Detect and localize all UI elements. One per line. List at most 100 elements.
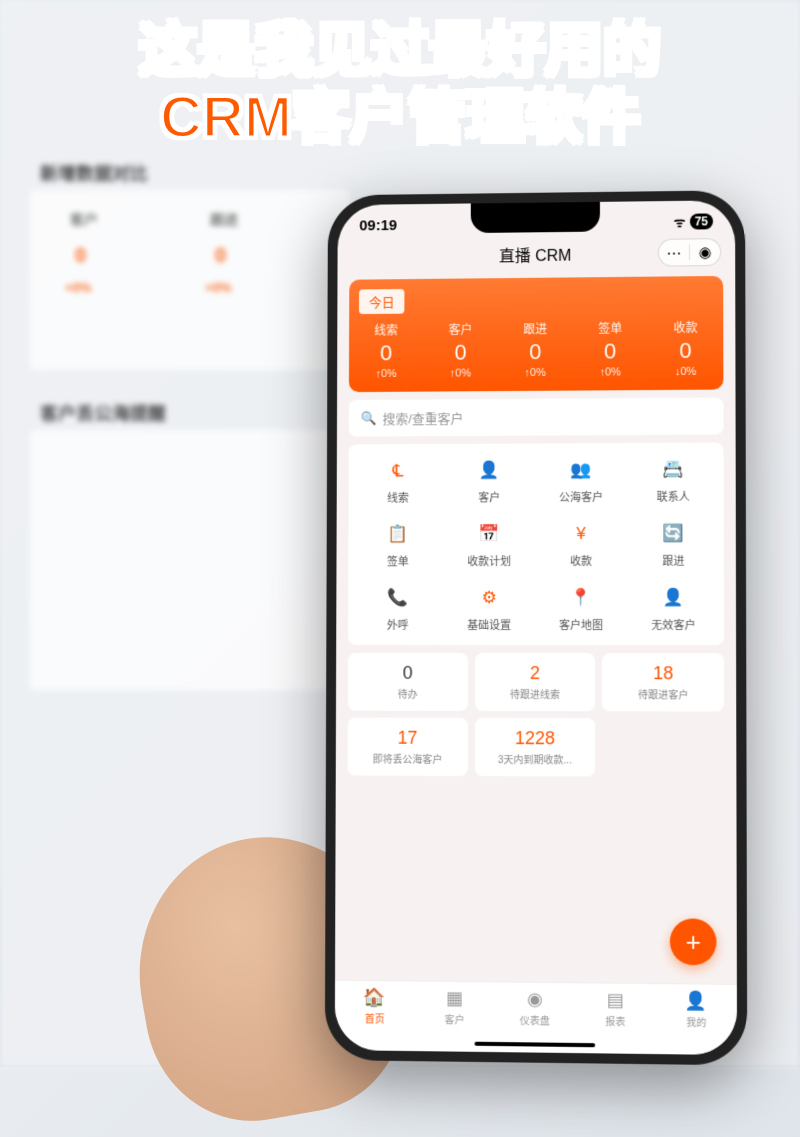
metric-change: ↑0% bbox=[498, 367, 573, 379]
grid-label: 无效客户 bbox=[627, 617, 720, 633]
stat-label: 待办 bbox=[354, 686, 462, 701]
grid-icon: 📞 bbox=[383, 583, 413, 613]
grid-item-跟进[interactable]: 🔄 跟进 bbox=[627, 519, 720, 569]
status-right: ᯤ 75 bbox=[674, 212, 713, 230]
grid-item-客户地图[interactable]: 📍 客户地图 bbox=[535, 583, 627, 633]
stat-card[interactable]: 18 待跟进客户 bbox=[602, 653, 724, 712]
stat-card[interactable]: 17 即将丢公海客户 bbox=[348, 718, 468, 776]
stat-label: 即将丢公海客户 bbox=[354, 751, 462, 766]
grid-item-联系人[interactable]: 📇 联系人 bbox=[627, 455, 720, 505]
stat-value: 1228 bbox=[481, 728, 590, 749]
close-button[interactable]: ◉ bbox=[690, 243, 720, 261]
phone-frame: 09:19 ᯤ 75 直播 CRM ⋯ ◉ 今日 线索 0 ↑0%客户 0 ↑0… bbox=[325, 190, 747, 1065]
search-icon: 🔍 bbox=[361, 410, 377, 426]
search-input[interactable]: 🔍 搜索/查重客户 bbox=[349, 398, 724, 437]
grid-icon: 📍 bbox=[566, 583, 596, 613]
metric-change: ↑0% bbox=[349, 368, 423, 380]
bg-pct2: +0% bbox=[205, 280, 231, 295]
grid-icon: 📅 bbox=[474, 519, 504, 549]
grid-label: 联系人 bbox=[627, 489, 720, 505]
stat-cards: 0 待办2 待跟进线索18 待跟进客户17 即将丢公海客户1228 3天内到期收… bbox=[348, 653, 725, 777]
phone-screen: 09:19 ᯤ 75 直播 CRM ⋯ ◉ 今日 线索 0 ↑0%客户 0 ↑0… bbox=[335, 200, 737, 1055]
bg-pct1: +0% bbox=[65, 280, 91, 295]
metric-item[interactable]: 客户 0 ↑0% bbox=[423, 321, 498, 380]
grid-label: 客户 bbox=[444, 489, 536, 505]
tab-我的[interactable]: 👤 我的 bbox=[656, 990, 737, 1055]
bg-title-2: 客户丢公海提醒 bbox=[40, 400, 166, 426]
grid-icon: 👤 bbox=[474, 456, 504, 486]
today-tag[interactable]: 今日 bbox=[359, 289, 404, 314]
tab-首页[interactable]: 🏠 首页 bbox=[335, 987, 415, 1051]
wifi-icon: ᯤ bbox=[674, 213, 686, 231]
metric-value: 0 bbox=[573, 338, 648, 364]
metric-item[interactable]: 跟进 0 ↑0% bbox=[498, 320, 573, 379]
stat-card[interactable]: 2 待跟进线索 bbox=[475, 653, 596, 711]
tab-icon: 🏠 bbox=[335, 987, 415, 1009]
miniprogram-capsule: ⋯ ◉ bbox=[658, 238, 721, 267]
tab-icon: ◉ bbox=[495, 988, 575, 1010]
metric-value: 0 bbox=[349, 340, 423, 366]
grid-label: 基础设置 bbox=[443, 617, 535, 633]
tab-label: 客户 bbox=[415, 1011, 495, 1027]
metric-label: 线索 bbox=[349, 321, 423, 338]
metric-value: 0 bbox=[648, 338, 724, 365]
grid-label: 收款计划 bbox=[443, 553, 535, 569]
grid-item-无效客户[interactable]: 👤 无效客户 bbox=[627, 583, 720, 633]
status-time: 09:19 bbox=[359, 217, 397, 234]
today-metrics-card: 今日 线索 0 ↑0%客户 0 ↑0%跟进 0 ↑0%签单 0 ↑0%收款 0 … bbox=[349, 276, 724, 392]
grid-label: 客户地图 bbox=[535, 617, 627, 633]
tab-icon: ▦ bbox=[415, 988, 495, 1010]
grid-item-收款[interactable]: ¥ 收款 bbox=[535, 519, 627, 569]
stat-card[interactable]: 0 待办 bbox=[348, 653, 468, 711]
bg-val1: 0 bbox=[75, 245, 86, 268]
grid-item-客户[interactable]: 👤 客户 bbox=[444, 455, 536, 505]
tab-icon: 👤 bbox=[656, 990, 737, 1012]
stat-label: 待跟进线索 bbox=[481, 686, 590, 701]
metric-item[interactable]: 签单 0 ↑0% bbox=[573, 319, 648, 378]
battery-level: 75 bbox=[690, 213, 713, 229]
grid-item-公海客户[interactable]: 👥 公海客户 bbox=[535, 455, 627, 505]
stat-value: 17 bbox=[354, 728, 462, 749]
more-button[interactable]: ⋯ bbox=[659, 243, 689, 261]
metric-value: 0 bbox=[423, 340, 498, 366]
bg-title-1: 新增数据对比 bbox=[40, 160, 148, 186]
headline-line1: 这是我见过最好用的 bbox=[0, 18, 800, 85]
stat-value: 0 bbox=[354, 663, 462, 684]
tab-icon: ▤ bbox=[575, 989, 656, 1011]
bg-val2: 0 bbox=[215, 245, 226, 268]
grid-label: 收款 bbox=[535, 553, 627, 569]
stat-value: 18 bbox=[608, 663, 718, 684]
tab-label: 报表 bbox=[575, 1013, 656, 1029]
metric-change: ↓0% bbox=[648, 366, 724, 379]
grid-item-签单[interactable]: 📋 签单 bbox=[352, 519, 443, 569]
add-fab-button[interactable]: + bbox=[670, 918, 717, 965]
metric-change: ↑0% bbox=[573, 366, 648, 378]
bg-col2: 跟进 bbox=[210, 210, 238, 230]
grid-icon: ¥ bbox=[566, 519, 596, 549]
grid-label: 线索 bbox=[352, 490, 443, 506]
grid-item-线索[interactable]: ℄ 线索 bbox=[352, 456, 443, 506]
grid-item-外呼[interactable]: 📞 外呼 bbox=[352, 583, 443, 633]
grid-icon: 👤 bbox=[658, 583, 688, 613]
metric-item[interactable]: 线索 0 ↑0% bbox=[349, 321, 423, 380]
app-header: 直播 CRM ⋯ ◉ bbox=[338, 234, 736, 274]
stat-card[interactable]: 1228 3天内到期收款... bbox=[475, 718, 596, 777]
grid-label: 签单 bbox=[352, 553, 443, 569]
tab-label: 仪表盘 bbox=[495, 1012, 575, 1028]
grid-icon: 📋 bbox=[383, 520, 413, 550]
grid-label: 公海客户 bbox=[535, 489, 627, 505]
grid-item-收款计划[interactable]: 📅 收款计划 bbox=[443, 519, 535, 569]
metric-label: 签单 bbox=[573, 319, 648, 337]
bg-col1: 客户 bbox=[70, 210, 98, 230]
tab-label: 我的 bbox=[656, 1013, 737, 1029]
grid-item-基础设置[interactable]: ⚙ 基础设置 bbox=[443, 583, 535, 633]
metric-item[interactable]: 收款 0 ↓0% bbox=[648, 319, 724, 378]
function-grid: ℄ 线索👤 客户👥 公海客户📇 联系人📋 签单📅 收款计划¥ 收款🔄 跟进📞 外… bbox=[348, 443, 724, 646]
stat-label: 3天内到期收款... bbox=[481, 751, 590, 766]
metric-label: 跟进 bbox=[498, 320, 573, 337]
grid-icon: ℄ bbox=[383, 456, 413, 486]
metric-label: 收款 bbox=[648, 319, 724, 337]
metric-change: ↑0% bbox=[423, 367, 498, 379]
grid-icon: 🔄 bbox=[658, 519, 688, 549]
grid-icon: ⚙ bbox=[474, 583, 504, 613]
